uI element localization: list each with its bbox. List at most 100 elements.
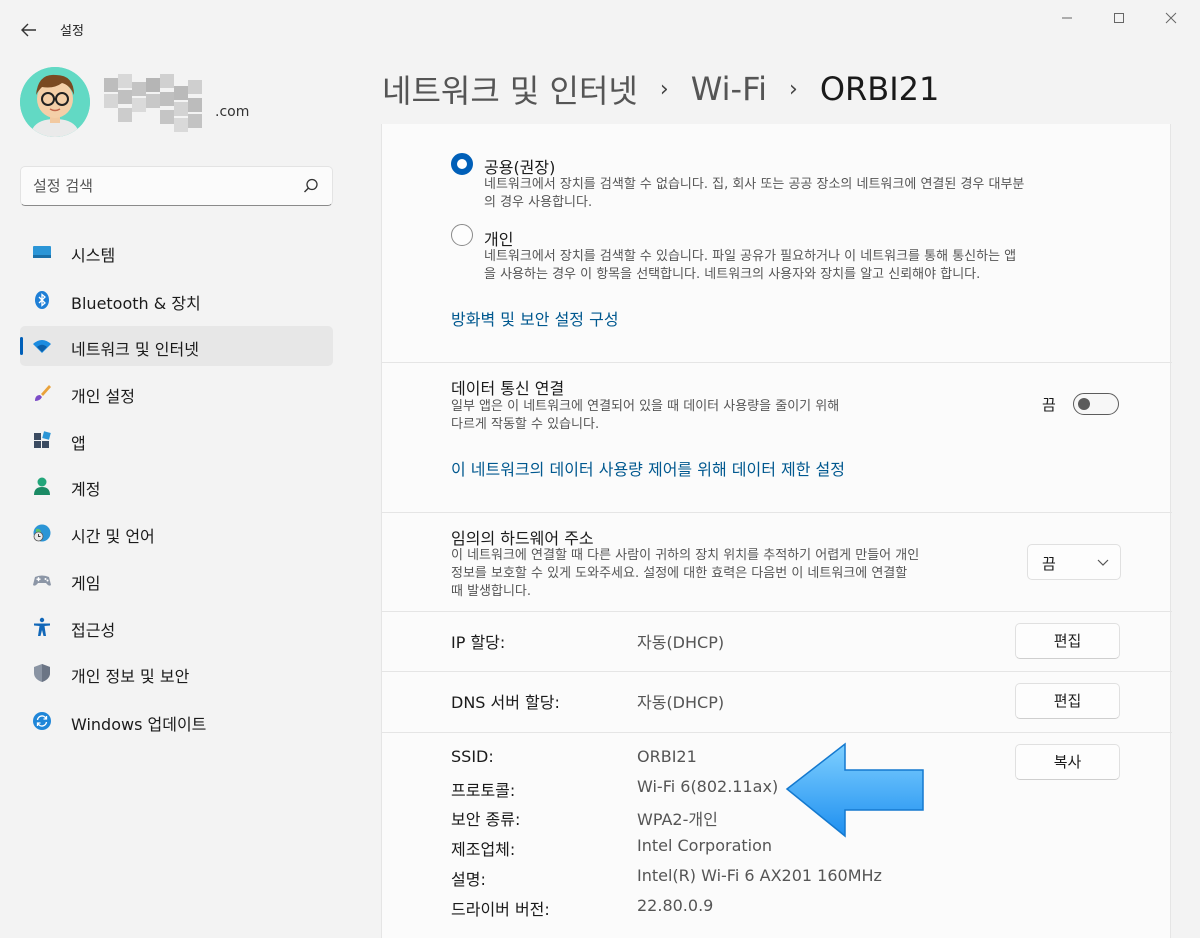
property-value-driver-version: 22.80.0.9 [637, 896, 714, 915]
sidebar-item-label: 시스템 [71, 246, 116, 265]
random-hw-address-dropdown[interactable]: 끔 [1027, 544, 1121, 580]
property-value-description: Intel(R) Wi-Fi 6 AX201 160MHz [637, 866, 882, 885]
shield-icon [34, 664, 50, 682]
search-input[interactable] [33, 175, 293, 197]
divider [382, 362, 1172, 363]
sidebar-item-label: 개인 설정 [71, 387, 135, 406]
search-icon[interactable] [302, 177, 320, 195]
paintbrush-icon [35, 385, 51, 401]
minimize-button[interactable] [1052, 10, 1082, 30]
sidebar-item-label: Bluetooth & 장치 [71, 294, 201, 313]
sidebar-item-windows-update[interactable]: Windows 업데이트 [20, 701, 333, 741]
app-title: 설정 [60, 24, 84, 39]
radio-public[interactable] [451, 153, 473, 175]
sidebar-item-label: 개인 정보 및 보안 [71, 667, 190, 686]
random-hw-desc-line1: 이 네트워크에 연결할 때 다른 사람이 귀하의 장치 위치를 추적하기 어렵게… [451, 548, 920, 563]
selected-indicator [20, 337, 23, 355]
sidebar-item-accessibility[interactable]: 접근성 [20, 607, 333, 647]
minimize-icon [1062, 17, 1072, 19]
firewall-settings-link[interactable]: 방화벽 및 보안 설정 구성 [451, 306, 619, 330]
option-public-desc-line1: 네트워크에서 장치를 검색할 수 없습니다. 집, 회사 또는 공공 장소의 네… [484, 177, 1025, 192]
metered-toggle-state: 끔 [1042, 396, 1056, 414]
sidebar-item-bluetooth-devices[interactable]: Bluetooth & 장치 [20, 280, 333, 320]
property-value-manufacturer: Intel Corporation [637, 836, 773, 855]
person-icon [34, 477, 50, 495]
accessibility-icon [34, 617, 50, 636]
property-label-protocol: 프로토콜: [451, 781, 516, 800]
sidebar-item-privacy-security[interactable]: 개인 정보 및 보안 [20, 653, 333, 693]
option-private-title: 개인 [484, 230, 514, 249]
sidebar-item-system[interactable]: 시스템 [20, 232, 333, 272]
property-value-protocol: Wi-Fi 6(802.11ax) [637, 777, 779, 796]
property-label-manufacturer: 제조업체: [451, 840, 516, 859]
radio-private[interactable] [451, 224, 473, 246]
random-hw-desc-line3: 때 발생합니다. [451, 584, 532, 599]
chevron-down-icon [1097, 559, 1109, 566]
apps-icon [34, 431, 51, 448]
property-label-driver-version: 드라이버 버전: [451, 900, 550, 919]
settings-content: 공용(권장) 네트워크에서 장치를 검색할 수 없습니다. 집, 회사 또는 공… [381, 124, 1172, 938]
sidebar-item-time-language[interactable]: 시간 및 언어 [20, 513, 333, 553]
gamepad-icon [33, 575, 51, 586]
sidebar-item-gaming[interactable]: 게임 [20, 560, 333, 600]
sidebar-item-label: 시간 및 언어 [71, 527, 155, 546]
copy-properties-button[interactable]: 복사 [1015, 744, 1120, 780]
metered-connection-toggle[interactable] [1073, 393, 1119, 415]
maximize-icon [1114, 13, 1124, 23]
dropdown-selected-value: 끔 [1042, 555, 1056, 573]
property-value-ssid: ORBI21 [637, 747, 697, 766]
breadcrumb-separator: › [659, 76, 669, 102]
edit-ip-button[interactable]: 편집 [1015, 623, 1120, 659]
option-public-desc-line2: 의 경우 사용합니다. [484, 195, 593, 210]
dns-assignment-value: 자동(DHCP) [637, 693, 725, 712]
close-button[interactable] [1156, 10, 1186, 30]
annotation-arrow-icon [785, 742, 924, 838]
globe-clock-icon [33, 524, 51, 542]
metered-desc-line2: 다르게 작동할 수 있습니다. [451, 417, 600, 432]
divider [382, 512, 1172, 513]
sidebar-item-apps[interactable]: 앱 [20, 420, 333, 460]
divider [382, 732, 1172, 733]
divider [382, 671, 1172, 672]
account-email-suffix: .com [215, 104, 250, 120]
option-public-title: 공용(권장) [484, 158, 556, 177]
edit-dns-button[interactable]: 편집 [1015, 683, 1120, 719]
ip-assignment-value: 자동(DHCP) [637, 633, 725, 652]
breadcrumb-item-network[interactable]: 네트워크 및 인터넷 [382, 66, 638, 112]
data-limit-link[interactable]: 이 네트워크의 데이터 사용량 제어를 위해 데이터 제한 설정 [451, 456, 845, 480]
property-value-security-type: WPA2-개인 [637, 810, 718, 829]
breadcrumb-item-current: ORBI21 [819, 70, 940, 108]
sidebar-item-accounts[interactable]: 계정 [20, 466, 333, 506]
avatar-image [20, 67, 90, 137]
breadcrumb: 네트워크 및 인터넷 › Wi-Fi › ORBI21 [382, 66, 939, 116]
sidebar-item-personalization[interactable]: 개인 설정 [20, 373, 333, 413]
random-hw-desc-line2: 정보를 보호할 수 있게 도와주세요. 설정에 대한 효력은 다음번 이 네트워… [451, 566, 908, 581]
sidebar-item-label: 접근성 [71, 621, 116, 640]
sidebar-item-network-internet[interactable]: 네트워크 및 인터넷 [20, 326, 333, 366]
breadcrumb-separator: › [789, 76, 798, 102]
title-bar [0, 0, 1200, 54]
property-label-ssid: SSID: [451, 747, 494, 766]
search-box[interactable] [20, 166, 333, 206]
random-hw-address-title: 임의의 하드웨어 주소 [451, 529, 594, 548]
maximize-button[interactable] [1104, 10, 1134, 30]
option-private-desc-line1: 네트워크에서 장치를 검색할 수 있습니다. 파일 공유가 필요하거나 이 네트… [484, 249, 1017, 264]
ip-assignment-label: IP 할당: [451, 633, 506, 652]
avatar[interactable] [20, 67, 90, 137]
sidebar-item-label: 게임 [71, 574, 101, 593]
divider [382, 611, 1172, 612]
back-arrow-icon [21, 23, 36, 37]
close-icon [1165, 12, 1177, 24]
dns-assignment-label: DNS 서버 할당: [451, 693, 560, 712]
sidebar-item-label: 앱 [71, 434, 86, 453]
sidebar-item-label: Windows 업데이트 [71, 715, 207, 734]
account-email-blurred [104, 74, 214, 132]
update-icon [33, 712, 51, 730]
breadcrumb-item-wifi[interactable]: Wi-Fi [691, 70, 767, 108]
property-label-description: 설명: [451, 870, 486, 889]
metered-connection-title: 데이터 통신 연결 [451, 379, 565, 398]
toggle-knob [1078, 398, 1090, 410]
sidebar-item-label: 계정 [71, 480, 101, 499]
back-button[interactable] [14, 16, 44, 44]
sidebar-item-label: 네트워크 및 인터넷 [71, 340, 199, 359]
